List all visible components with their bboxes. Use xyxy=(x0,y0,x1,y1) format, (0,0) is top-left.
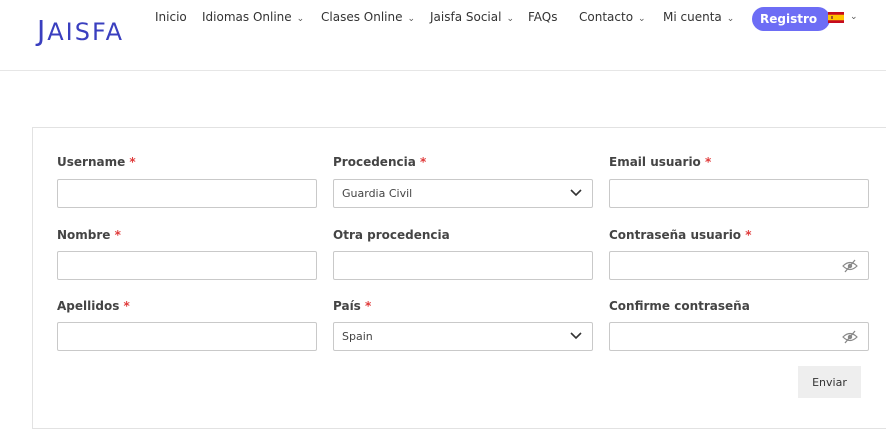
logo[interactable]: JAISFA xyxy=(37,14,124,47)
site-header: JAISFA Inicio Idiomas Online ⌄ Clases Onl… xyxy=(0,0,886,71)
nav-item-jaisfa-social[interactable]: Jaisfa Social ⌄ xyxy=(430,10,514,24)
nav-item-idiomas-online[interactable]: Idiomas Online ⌄ xyxy=(202,10,304,24)
nav-item-mi-cuenta[interactable]: Mi cuenta ⌄ xyxy=(663,10,734,24)
enviar-button[interactable]: Enviar xyxy=(798,366,861,398)
eye-slash-icon[interactable] xyxy=(842,330,858,344)
chevron-down-icon xyxy=(570,189,582,197)
apellidos-label: Apellidos * xyxy=(57,299,130,313)
procedencia-label: Procedencia * xyxy=(333,155,427,169)
apellidos-input[interactable] xyxy=(57,322,317,351)
pais-select[interactable]: Spain xyxy=(333,322,593,351)
confirme-input[interactable] xyxy=(609,322,869,351)
email-label: Email usuario * xyxy=(609,155,712,169)
nombre-label: Nombre * xyxy=(57,228,121,242)
procedencia-selected-value: Guardia Civil xyxy=(342,187,413,200)
contrasena-input[interactable] xyxy=(609,251,869,280)
pais-label: País * xyxy=(333,299,372,313)
chevron-down-icon[interactable]: ⌄ xyxy=(850,11,858,22)
otra-procedencia-input[interactable] xyxy=(333,251,593,280)
confirme-label: Confirme contraseña xyxy=(609,299,750,313)
otra-procedencia-label: Otra procedencia xyxy=(333,228,450,242)
username-input[interactable] xyxy=(57,179,317,208)
chevron-down-icon: ⌄ xyxy=(506,14,514,24)
chevron-down-icon: ⌄ xyxy=(296,14,305,24)
nav-item-faqs[interactable]: FAQs xyxy=(528,10,558,24)
email-input[interactable] xyxy=(609,179,869,208)
nav-item-clases-online[interactable]: Clases Online ⌄ xyxy=(321,10,415,24)
chevron-down-icon xyxy=(570,332,582,340)
contrasena-label: Contraseña usuario * xyxy=(609,228,752,242)
spain-flag-icon[interactable] xyxy=(828,12,844,23)
nombre-input[interactable] xyxy=(57,251,317,280)
chevron-down-icon: ⌄ xyxy=(407,14,416,24)
procedencia-select[interactable]: Guardia Civil xyxy=(333,179,593,208)
eye-slash-icon[interactable] xyxy=(842,259,858,273)
nav-item-inicio[interactable]: Inicio xyxy=(155,10,187,24)
nav-item-contacto[interactable]: Contacto ⌄ xyxy=(579,10,646,24)
chevron-down-icon: ⌄ xyxy=(638,14,646,24)
registro-button[interactable]: Registro xyxy=(752,7,830,31)
pais-selected-value: Spain xyxy=(342,330,373,343)
chevron-down-icon: ⌄ xyxy=(726,14,735,24)
username-label: Username * xyxy=(57,155,136,169)
